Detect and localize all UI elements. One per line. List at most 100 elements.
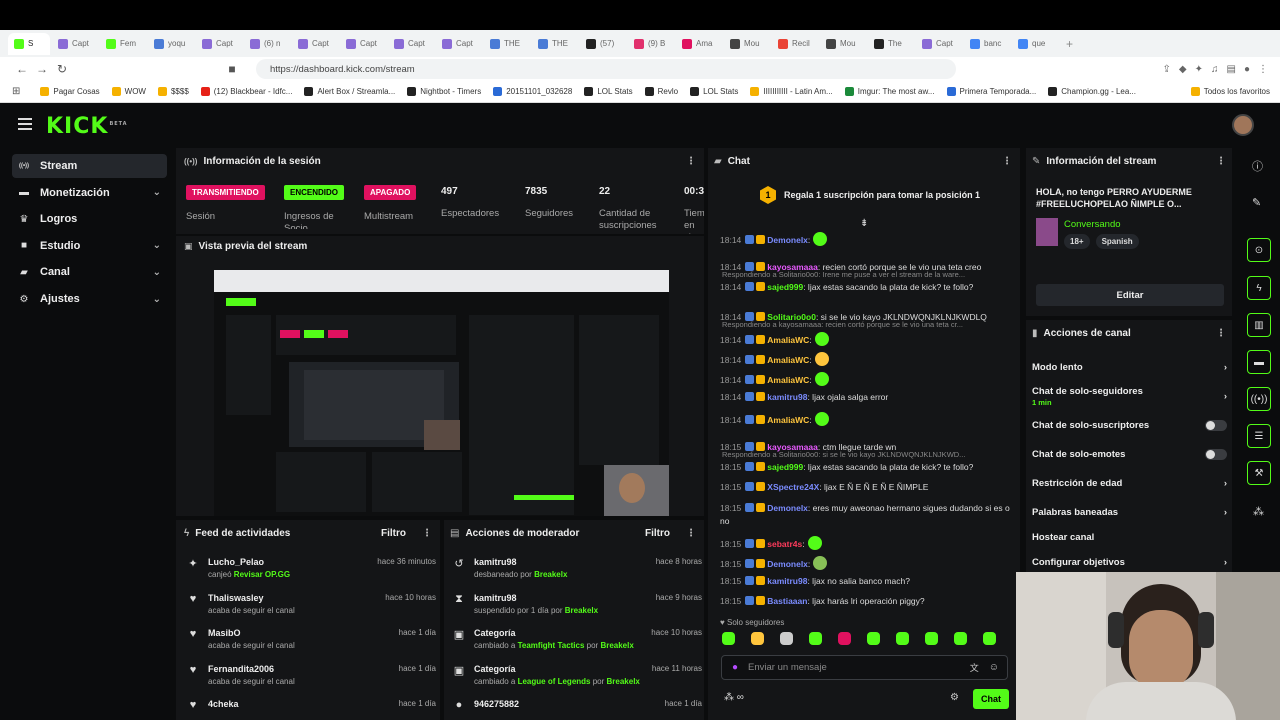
channel-action-item[interactable]: Chat de solo-emotes	[1032, 449, 1227, 460]
emoji-icon[interactable]: ☺	[989, 662, 999, 673]
more-options-icon[interactable]: ⋮	[686, 156, 696, 167]
chat-tools-icon[interactable]: ⁂ ∞	[724, 692, 744, 703]
chat-username[interactable]: AmaliaWC	[767, 375, 809, 385]
browser-tab[interactable]: (9) B	[628, 33, 674, 55]
chat-username[interactable]: sebatr4s	[767, 539, 802, 549]
browser-tab[interactable]: THE	[532, 33, 578, 55]
item-link[interactable]: Breakelx	[607, 677, 640, 686]
emote-icon[interactable]	[780, 632, 793, 645]
emote-icon[interactable]	[838, 632, 851, 645]
microphone-icon[interactable]: ●	[732, 662, 738, 673]
more-options-icon[interactable]: ⋮	[686, 528, 696, 539]
bookmark-item[interactable]: LOL Stats	[690, 87, 738, 96]
bookmark-item[interactable]: Imgur: The most aw...	[844, 87, 935, 96]
chat-username[interactable]: kayosamaaa	[767, 442, 818, 452]
browser-tab[interactable]: Capt	[916, 33, 962, 55]
browser-tab[interactable]: The	[868, 33, 914, 55]
sidebar-item-stream[interactable]: ((•)) Stream	[12, 154, 167, 178]
category-link[interactable]: Conversando	[1064, 219, 1121, 230]
forward-icon[interactable]: →	[32, 62, 52, 76]
sidebar-item-ajustes[interactable]: ⚙ Ajustes ⌄	[12, 287, 167, 311]
pencil-icon[interactable]: ✎	[1252, 196, 1261, 209]
more-options-icon[interactable]: ⋮	[1002, 156, 1012, 167]
item-name[interactable]: Thaliswasley	[208, 593, 358, 603]
browser-tab[interactable]: Ama	[676, 33, 722, 55]
bookmark-item[interactable]: 20151101_032628	[493, 87, 572, 96]
emote-icon[interactable]	[809, 632, 822, 645]
chat-username[interactable]: Solitario0o0	[767, 312, 816, 322]
info-icon[interactable]: ⓘ	[1252, 158, 1263, 174]
bookmark-item[interactable]: Nightbot - Timers	[407, 87, 481, 96]
bookmark-item[interactable]: Pagar Cosas	[40, 87, 100, 96]
more-options-icon[interactable]: ⋮	[422, 528, 432, 539]
browser-tab[interactable]: Fem	[100, 33, 146, 55]
browser-tab[interactable]: Capt	[196, 33, 242, 55]
emote-icon[interactable]	[925, 632, 938, 645]
translate-icon[interactable]: 文	[970, 661, 979, 674]
browser-tab[interactable]: S	[8, 32, 50, 55]
browser-tab[interactable]: yoqu	[148, 33, 194, 55]
sidebar-item-estudio[interactable]: ■ Estudio ⌄	[12, 234, 167, 258]
chat-settings-icon[interactable]: ⚙	[950, 692, 959, 703]
media-icon[interactable]: ♫	[1211, 64, 1219, 75]
sidebar-item-logros[interactable]: ♛ Logros	[12, 207, 167, 231]
queue-icon[interactable]: ☰	[1247, 424, 1271, 448]
filter-button[interactable]: Filtro	[645, 528, 670, 539]
bookmark-item[interactable]: IIIIIIIIIII - Latin Am...	[750, 87, 833, 96]
chat-username[interactable]: Bastiaaan	[767, 596, 807, 606]
wrench-icon[interactable]: ⚒	[1247, 461, 1271, 485]
item-name[interactable]: Fernandita2006	[208, 664, 358, 674]
browser-tab[interactable]: que	[1012, 33, 1058, 55]
browser-tab[interactable]: Capt	[292, 33, 338, 55]
chat-input[interactable]: ● Enviar un mensaje 文 ☺	[721, 655, 1008, 680]
chat-username[interactable]: Demonelx	[767, 503, 808, 513]
browser-tab[interactable]: banc	[964, 33, 1010, 55]
item-name[interactable]: kamitru98	[474, 557, 624, 567]
apps-icon[interactable]: ⊞	[12, 86, 20, 97]
browser-tab[interactable]: (57)	[580, 33, 626, 55]
hamburger-menu-icon[interactable]	[18, 118, 32, 133]
chat-username[interactable]: kamitru98	[767, 576, 807, 586]
bookmark-item[interactable]: Alert Box / Streamla...	[304, 87, 395, 96]
bookmark-item[interactable]: Champion.gg - Lea...	[1048, 87, 1136, 96]
channel-action-item[interactable]: Restricción de edad ›	[1032, 478, 1227, 489]
toggle-switch[interactable]	[1205, 420, 1227, 431]
bookmark-item[interactable]: (12) Blackbear - Idfc...	[200, 87, 292, 96]
new-tab-icon[interactable]: +	[1066, 37, 1073, 51]
chat-username[interactable]: sajed999	[767, 462, 803, 472]
bookmark-item[interactable]: Primera Temporada...	[946, 87, 1036, 96]
reload-icon[interactable]: ↻	[52, 62, 72, 76]
item-name[interactable]: MasibO	[208, 628, 358, 638]
sidebar-icon[interactable]: ▤	[1227, 64, 1236, 75]
chat-username[interactable]: kamitru98	[767, 392, 807, 402]
item-name[interactable]: 946275882	[474, 699, 624, 709]
broadcast-icon[interactable]: ((•))	[1247, 387, 1271, 411]
more-options-icon[interactable]: ⋮	[1216, 156, 1226, 167]
browser-tab[interactable]: Capt	[436, 33, 482, 55]
scroll-down-icon[interactable]: ⇟	[860, 218, 868, 229]
bookmark-icon[interactable]: ■	[222, 62, 242, 76]
menu-icon[interactable]: ⋮	[1258, 64, 1268, 75]
item-link[interactable]: Breakelx	[565, 606, 598, 615]
emote-icon[interactable]	[983, 632, 996, 645]
chat-username[interactable]: Demonelx	[767, 235, 808, 245]
item-link[interactable]: Teamfight Tactics	[518, 641, 585, 650]
browser-tab[interactable]: Recil	[772, 33, 818, 55]
item-name[interactable]: 4cheka	[208, 699, 358, 709]
item-link[interactable]: League of Legends	[518, 677, 591, 686]
clipboard-icon[interactable]: ▥	[1247, 313, 1271, 337]
back-icon[interactable]: ←	[12, 62, 32, 76]
browser-tab[interactable]: Capt	[52, 33, 98, 55]
edit-button[interactable]: Editar	[1036, 284, 1224, 306]
channel-action-item[interactable]: Modo lento ›	[1032, 362, 1227, 373]
bookmark-item[interactable]: WOW	[111, 87, 146, 96]
toggle-switch[interactable]	[1205, 449, 1227, 460]
emote-icon[interactable]	[751, 632, 764, 645]
bookmark-item[interactable]: Todos los favoritos	[1190, 87, 1270, 96]
browser-tab[interactable]: Capt	[340, 33, 386, 55]
extension-icon[interactable]: ◆	[1179, 64, 1187, 75]
sidebar-item-canal[interactable]: ▰ Canal ⌄	[12, 260, 167, 284]
chat-bubble-icon[interactable]: ▬	[1247, 350, 1271, 374]
lightning-icon[interactable]: ϟ	[1247, 276, 1271, 300]
chat-username[interactable]: AmaliaWC	[767, 355, 809, 365]
